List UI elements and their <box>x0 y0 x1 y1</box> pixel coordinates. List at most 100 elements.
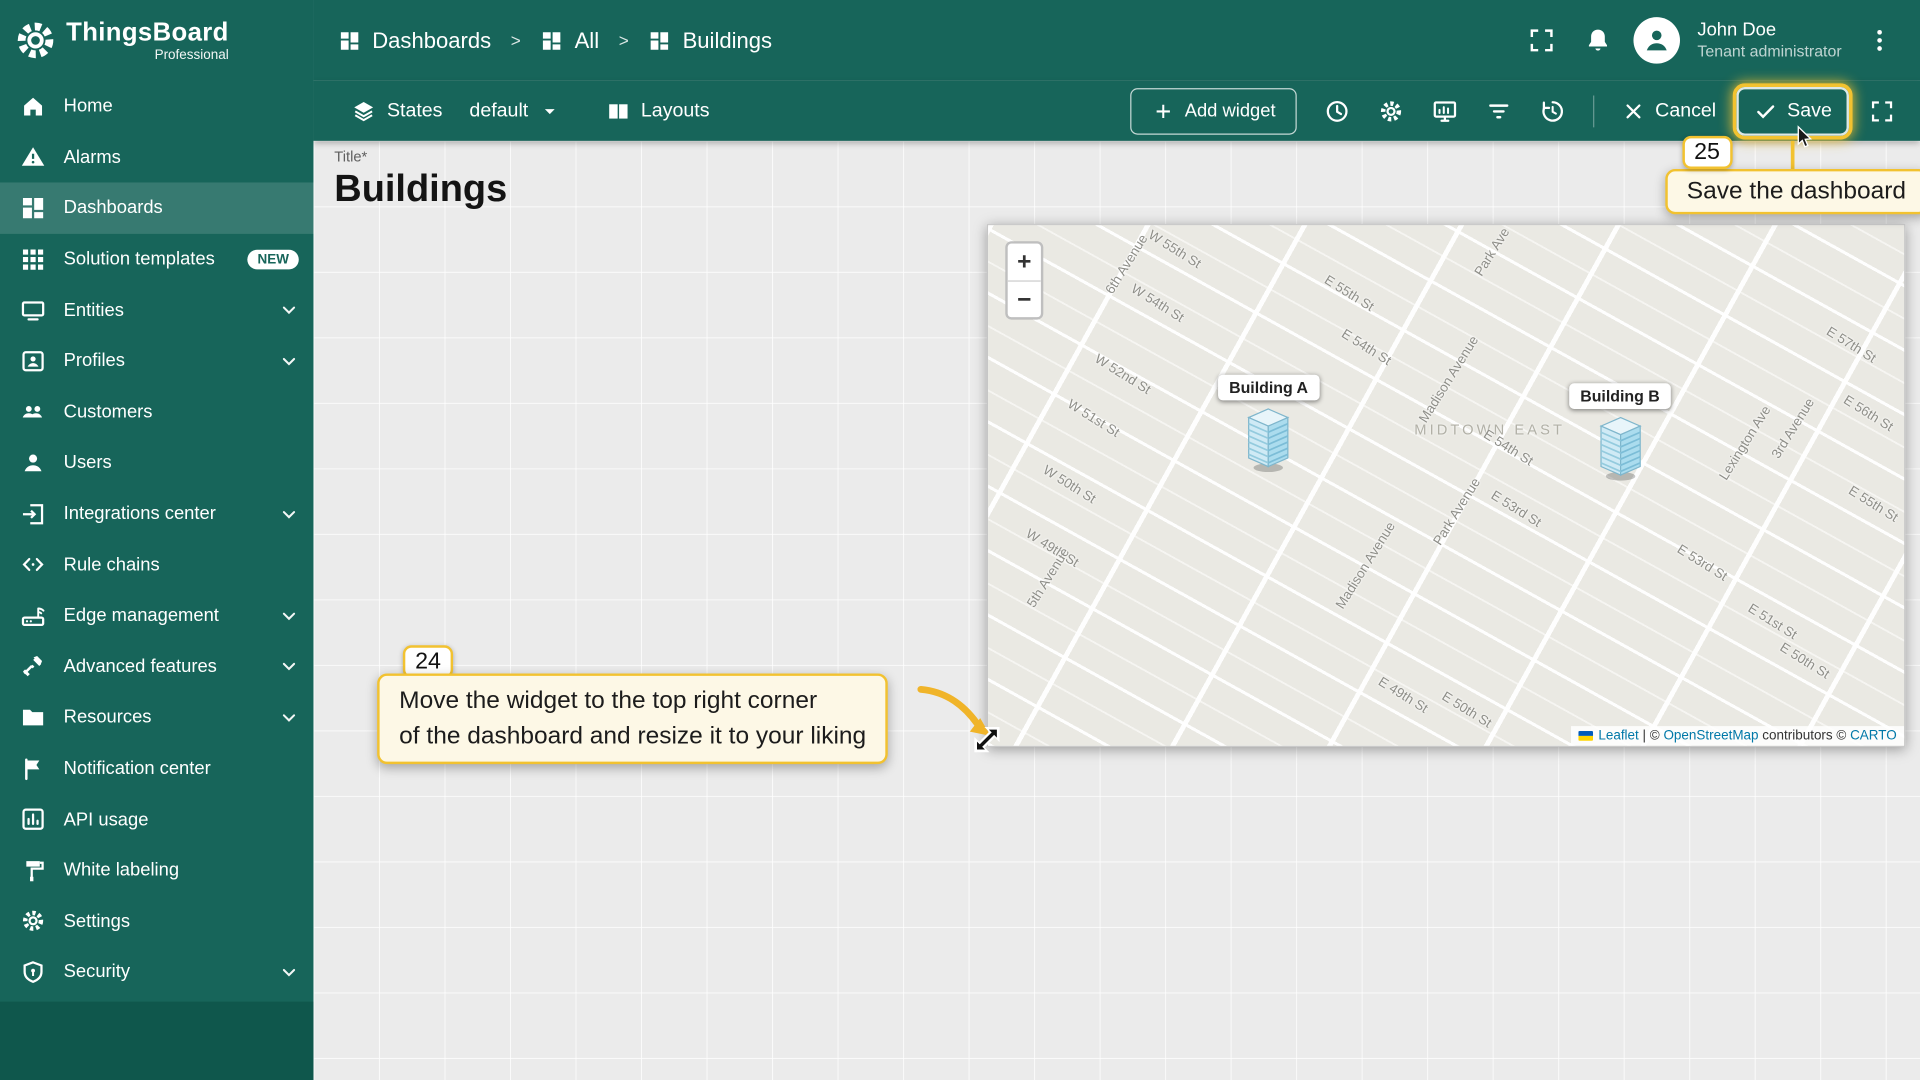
breadcrumb-item-dashboards[interactable]: Dashboards <box>338 28 491 54</box>
folder-icon <box>20 704 47 731</box>
avatar[interactable] <box>1633 17 1681 64</box>
user-name: John Doe <box>1697 19 1777 41</box>
street-label: Park Ave <box>1472 225 1513 279</box>
fullscreen-icon[interactable] <box>1516 15 1567 66</box>
map-marker[interactable]: Building B <box>1569 383 1671 487</box>
chevron-down-icon <box>277 501 301 525</box>
sidebar-item-api-usage[interactable]: API usage <box>0 794 313 845</box>
sidebar-item-rule-chains[interactable]: Rule chains <box>0 539 313 590</box>
resize-handle-icon[interactable] <box>971 724 1003 756</box>
sidebar-item-home[interactable]: Home <box>0 81 313 132</box>
top-header: Dashboards > All > Buildings John Doe Tenant… <box>313 0 1920 81</box>
sidebar-item-notification-center[interactable]: Notification center <box>0 743 313 794</box>
sidebar-item-resources[interactable]: Resources <box>0 692 313 743</box>
caret-down-icon <box>538 99 562 123</box>
street-label: Park Avenue <box>1430 475 1484 549</box>
tutorial-tooltip-25: Save the dashboard <box>1664 168 1920 214</box>
person-icon <box>1641 24 1673 56</box>
close-icon <box>1621 99 1645 123</box>
sidebar-item-profiles[interactable]: Profiles <box>0 335 313 386</box>
leaflet-link[interactable]: Leaflet <box>1598 729 1638 744</box>
dashboard-grid-icon <box>648 29 671 52</box>
sidebar-item-label: Solution templates <box>63 248 215 270</box>
more-menu-icon[interactable] <box>1854 15 1905 66</box>
breadcrumb-item-all[interactable]: All <box>540 28 599 54</box>
street-label: W 55th St <box>1145 227 1204 272</box>
street-label: E 55th St <box>1845 483 1901 526</box>
sidebar-item-entities[interactable]: Entities <box>0 285 313 336</box>
sidebar-item-dashboards[interactable]: Dashboards <box>0 182 314 234</box>
main-column: Dashboards > All > Buildings John Doe Tenant… <box>313 0 1920 1080</box>
new-badge: NEW <box>247 249 299 269</box>
sidebar-item-integrations-center[interactable]: Integrations center <box>0 488 313 539</box>
ukraine-flag-icon <box>1578 731 1594 741</box>
street-label: E 51st St <box>1745 601 1800 643</box>
chevron-down-icon <box>277 298 301 322</box>
map-marker[interactable]: Building A <box>1218 374 1320 479</box>
street-label: E 50th St <box>1439 689 1494 732</box>
check-icon <box>1753 99 1777 123</box>
add-widget-label: Add widget <box>1184 100 1276 122</box>
dashboard-toolbar: States default Layouts Add widget Cancel… <box>313 80 1920 214</box>
sidebar-item-advanced-features[interactable]: Advanced features <box>0 641 313 692</box>
sidebar-item-settings[interactable]: Settings <box>0 896 313 947</box>
osm-link[interactable]: OpenStreetMap <box>1663 729 1758 744</box>
brand-subtitle: Professional <box>154 47 229 63</box>
dashboard-title[interactable]: Buildings <box>334 167 507 211</box>
brand-logo[interactable]: ThingsBoard Professional <box>0 0 313 81</box>
integrations-icon <box>20 500 47 527</box>
sidebar-item-label: Rule chains <box>63 554 160 576</box>
street-label: E 53rd St <box>1674 542 1730 585</box>
sidebar-item-label: Resources <box>63 707 152 728</box>
sidebar-item-label: Settings <box>63 910 131 932</box>
brand-name: ThingsBoard <box>66 18 229 47</box>
timewindow-icon[interactable] <box>1311 85 1362 136</box>
version-control-icon[interactable] <box>1527 85 1578 136</box>
toolbar-fullscreen-icon[interactable] <box>1856 85 1907 136</box>
states-button[interactable]: States <box>338 88 455 135</box>
user-block[interactable]: John Doe Tenant administrator <box>1697 18 1841 63</box>
map-widget[interactable]: MIDTOWN EAST + − Leaflet | © OpenStreetM… <box>986 224 1906 747</box>
sidebar-item-solution-templates[interactable]: Solution templates NEW <box>0 234 313 285</box>
carto-link[interactable]: CARTO <box>1850 729 1897 744</box>
add-widget-button[interactable]: Add widget <box>1129 87 1297 135</box>
dashboard-canvas[interactable]: Title* Buildings MIDTOWN EAST + − Leafle… <box>313 140 1920 1080</box>
zoom-out-button[interactable]: − <box>1007 280 1041 318</box>
sidebar-nav: Home Alarms Dashboards Solution templates NE… <box>0 81 314 998</box>
street-label: 3rd Avenue <box>1769 395 1818 462</box>
rule-chains-icon <box>20 551 47 578</box>
chevron-down-icon <box>277 349 301 373</box>
breadcrumb-item-buildings[interactable]: Buildings <box>648 28 772 54</box>
breadcrumb-separator: > <box>618 30 629 51</box>
sidebar-item-security[interactable]: Security <box>0 947 313 998</box>
dashboard-settings-icon[interactable] <box>1365 85 1416 136</box>
sidebar-item-label: Edge management <box>63 605 219 627</box>
profiles-icon <box>20 347 47 374</box>
chevron-down-icon <box>277 654 301 678</box>
sidebar-item-white-labeling[interactable]: White labeling <box>0 845 313 896</box>
sidebar-item-users[interactable]: Users <box>0 437 313 488</box>
sidebar-item-label: Profiles <box>63 350 125 372</box>
zoom-in-button[interactable]: + <box>1007 243 1041 281</box>
cancel-button[interactable]: Cancel <box>1609 89 1729 133</box>
state-select[interactable]: default <box>457 89 575 133</box>
breadcrumb-separator: > <box>510 30 521 51</box>
paint-icon <box>20 857 47 884</box>
dashboard-grid-icon <box>338 29 361 52</box>
sidebar-item-customers[interactable]: Customers <box>0 386 313 437</box>
sidebar-item-label: Security <box>63 961 131 983</box>
toolbar-divider <box>1592 94 1594 127</box>
leaflet-map[interactable]: MIDTOWN EAST + − Leaflet | © OpenStreetM… <box>988 225 1905 746</box>
home-icon <box>20 93 47 120</box>
layouts-button[interactable]: Layouts <box>594 89 721 133</box>
chevron-down-icon <box>277 705 301 729</box>
street-label: E 50th St <box>1777 640 1832 683</box>
sidebar-item-edge-management[interactable]: Edge management <box>0 590 313 641</box>
building-marker-icon <box>1597 415 1644 487</box>
sidebar-item-alarms[interactable]: Alarms <box>0 132 313 183</box>
notifications-bell-icon[interactable] <box>1573 15 1624 66</box>
shield-icon <box>20 959 47 986</box>
save-label: Save <box>1787 99 1832 121</box>
filters-icon[interactable] <box>1473 85 1524 136</box>
entity-aliases-icon[interactable] <box>1419 85 1470 136</box>
